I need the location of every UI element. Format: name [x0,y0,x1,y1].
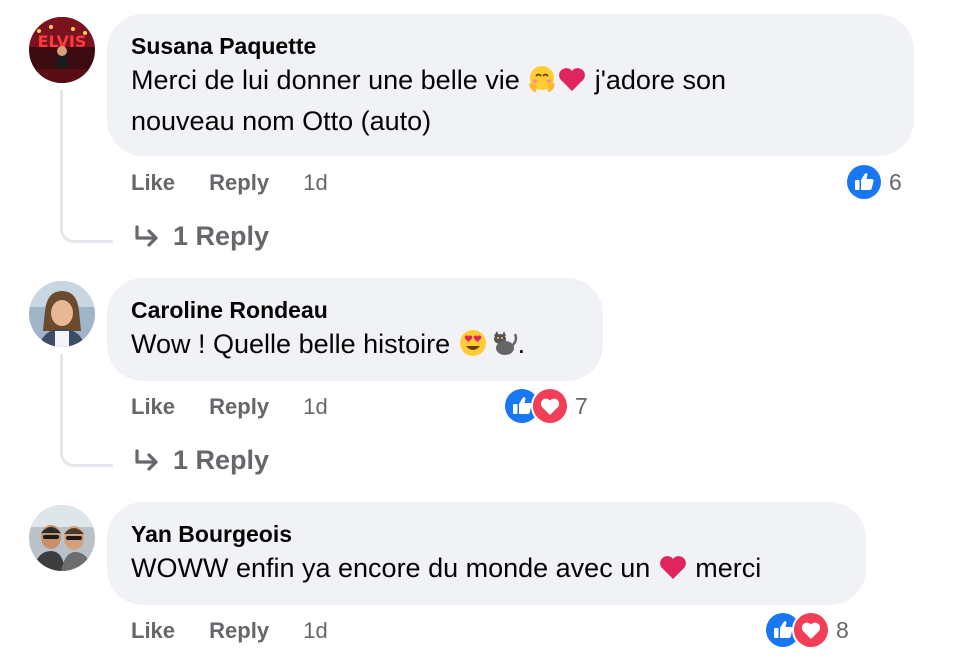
comment-text-part: . [517,329,526,359]
reaction-count: 6 [889,168,902,195]
comment-text-part: WOWW enfin ya encore du monde avec un [131,553,658,583]
view-replies-link[interactable]: 1 Reply [133,221,269,252]
avatar[interactable] [29,505,95,571]
reaction-summary[interactable]: 8 [764,611,849,649]
comment-text-part: j'adore son [587,65,726,95]
thread-connector [60,90,113,243]
comment-text: WOWW enfin ya encore du monde avec un me… [131,548,842,589]
comment-actions: Like Reply 1d [131,618,328,644]
comment-text-line-2: nouveau nom Otto (auto) [131,106,432,136]
comment-author[interactable]: Susana Paquette [131,32,890,60]
red-heart-icon [557,64,587,94]
reply-button[interactable]: Reply [209,394,269,419]
view-replies-label: 1 Reply [173,445,270,475]
like-reaction-icon [845,163,883,201]
smiling-face-with-open-hands-icon [527,64,557,94]
avatar[interactable] [29,281,95,347]
comment-bubble: Caroline Rondeau Wow ! Quelle belle hist… [107,278,603,381]
like-button[interactable]: Like [131,618,175,643]
reply-button[interactable]: Reply [209,618,269,643]
comment-actions: Like Reply 1d [131,170,328,196]
cat-icon [488,328,518,358]
reply-arrow-icon [133,448,161,473]
reaction-summary[interactable]: 7 [503,387,588,425]
comment-timestamp[interactable]: 1d [303,394,327,419]
view-replies-label: 1 Reply [173,221,270,251]
view-replies-link[interactable]: 1 Reply [133,445,269,476]
comment-text-part: merci [687,553,762,583]
love-reaction-icon [792,611,830,649]
comment-actions: Like Reply 1d [131,394,328,420]
comment-bubble: Yan Bourgeois WOWW enfin ya encore du mo… [107,502,866,605]
reaction-count: 7 [575,392,588,419]
reaction-summary[interactable]: 6 [845,163,902,201]
thread-connector [60,354,113,467]
like-button[interactable]: Like [131,170,175,195]
avatar[interactable]: ELVIS [29,17,95,83]
comment-timestamp[interactable]: 1d [303,170,327,195]
comment-bubble: Susana Paquette Merci de lui donner une … [107,14,914,156]
like-button[interactable]: Like [131,394,175,419]
love-reaction-icon [531,387,569,425]
reaction-count: 8 [836,616,849,643]
comment-text-part: Wow ! Quelle belle histoire [131,329,458,359]
comment-text-part: Merci de lui donner une belle vie [131,65,528,95]
reply-button[interactable]: Reply [209,170,269,195]
smiling-face-with-heart-eyes-icon [458,328,488,358]
comment-author[interactable]: Yan Bourgeois [131,520,842,548]
red-heart-icon [658,552,688,582]
comment-text: Merci de lui donner une belle vie j'ador… [131,60,890,142]
comment-timestamp[interactable]: 1d [303,618,327,643]
comment-author[interactable]: Caroline Rondeau [131,296,579,324]
comment-text: Wow ! Quelle belle histoire . [131,324,579,365]
reply-arrow-icon [133,224,161,249]
